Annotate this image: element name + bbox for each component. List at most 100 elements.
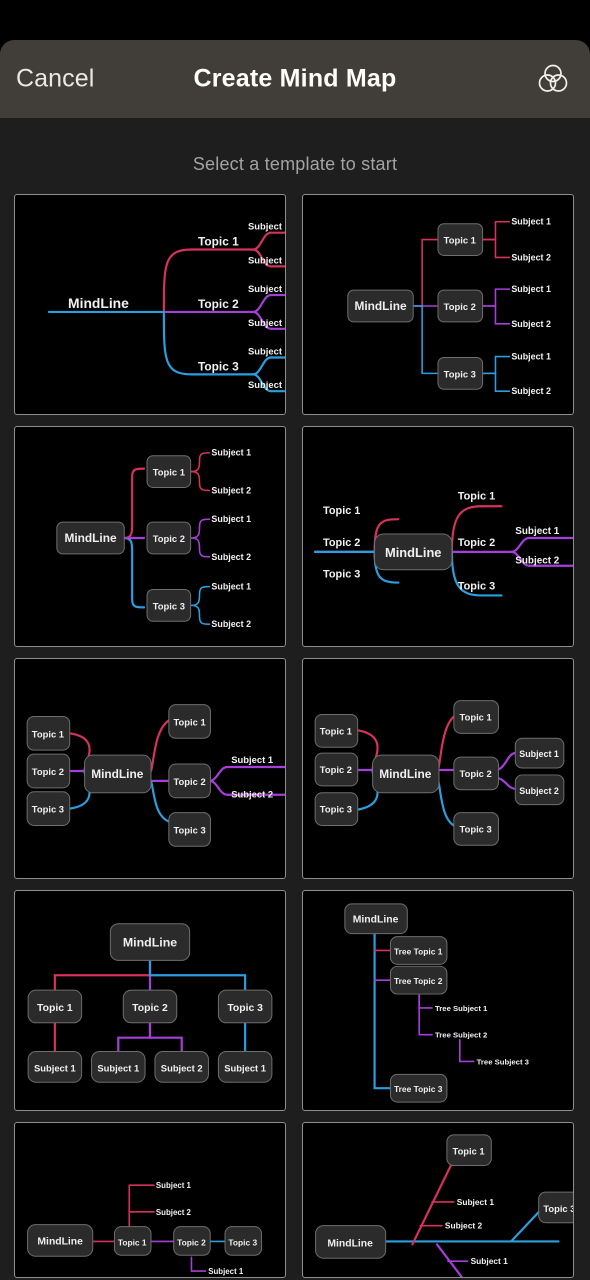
node-label-tree-subject3: Tree Subject 3	[477, 1057, 530, 1066]
node-label-topic1: Topic 1	[320, 725, 352, 736]
template-card-right-logic-text[interactable]: MindLine Topic 1 Topic 2 Topic 3 Subject…	[14, 194, 286, 415]
three-overlapping-circles-icon[interactable]	[532, 58, 574, 100]
node-label-topic2: Topic 2	[458, 537, 495, 549]
node-label-subject1: Subject 1	[515, 526, 559, 537]
node-label-subject2: Subject 2	[511, 252, 551, 262]
node-label-topic2: Topic 2	[153, 533, 185, 544]
node-label-topic2: Topic 2	[460, 768, 492, 779]
node-label-topic2: Topic 2	[177, 1237, 206, 1247]
node-label-topic3: Topic 3	[32, 804, 64, 815]
node-label-root: MindLine	[327, 1238, 373, 1249]
node-label-topic1: Topic 1	[458, 490, 495, 502]
node-label-subject2: Subject 2	[519, 786, 559, 796]
node-label-tree-subject1: Tree Subject 1	[435, 1004, 488, 1013]
node-label-subject1: Subject 1	[97, 1062, 139, 1073]
node-label-subject1: Subject 1	[208, 1267, 244, 1276]
template-card-timeline[interactable]: MindLine Topic 1 Topic 2 Topic 3 Subject…	[14, 1122, 286, 1278]
create-mind-map-sheet: Cancel Create Mind Map Select a template…	[0, 40, 590, 1280]
node-label-subject1: Subject 1	[211, 582, 251, 592]
node-label-subject2: Subject 2	[248, 254, 285, 265]
node-label-root: MindLine	[37, 1236, 83, 1247]
node-label-topic1: Topic 1	[444, 235, 476, 246]
node-label-subject2: Subject 2	[248, 379, 285, 390]
node-label-subject1: Subject 1	[211, 448, 251, 458]
node-label-tree-topic1: Tree Topic 1	[394, 946, 443, 956]
node-label-topic3: Topic 3	[323, 569, 360, 581]
node-label-subject1: Subject 1	[511, 217, 551, 227]
node-label-topic1: Topic 1	[323, 505, 360, 517]
node-label-topic3: Topic 3	[320, 804, 352, 815]
template-card-bilateral-mixed[interactable]: Topic 1 Topic 2 Topic 3 MindLine Topic 1…	[14, 658, 286, 879]
node-label-root: MindLine	[64, 531, 117, 545]
node-label-topic3: Topic 3	[460, 823, 492, 834]
node-label-topic1: Topic 1	[453, 1147, 485, 1157]
node-label-topic3: Topic 3	[153, 600, 185, 611]
node-label-subject1: Subject 1	[471, 1256, 509, 1266]
node-label-subject1: Subject 1	[511, 284, 551, 294]
node-label-topic2: Topic 2	[174, 776, 206, 787]
node-label-subject2: Subject 2	[161, 1062, 203, 1073]
node-label-topic1: Topic 1	[32, 728, 64, 739]
node-label-subject1: Subject 1	[211, 514, 251, 524]
node-label-subject2: Subject 2	[511, 319, 551, 329]
node-label-subject1: Subject 1	[156, 1181, 192, 1190]
template-card-right-brace[interactable]: MindLine Topic 1 Topic 2 Topic 3 Subject…	[14, 426, 286, 647]
node-label-topic2: Topic 2	[198, 297, 239, 311]
node-label-subject2: Subject 2	[511, 386, 551, 396]
screen-root: Cancel Create Mind Map Select a template…	[0, 0, 590, 1280]
node-label-subject1: Subject 1	[519, 749, 559, 759]
node-label-subject1: Subject 1	[511, 351, 551, 361]
node-label-tree-topic2: Tree Topic 2	[394, 976, 443, 986]
template-card-org-chart-down[interactable]: MindLine Topic 1 Topic 2 Topic 3 Subject…	[14, 890, 286, 1111]
node-label-subject2: Subject 2	[211, 552, 251, 562]
node-label-tree-subject2: Tree Subject 2	[435, 1031, 487, 1040]
node-label-subject2: Subject 2	[231, 789, 273, 800]
node-label-subject2: Subject 2	[211, 619, 251, 629]
node-label-topic3: Topic 3	[444, 368, 476, 379]
node-label-topic1: Topic 1	[460, 711, 492, 722]
node-label-topic3: Topic 3	[198, 359, 239, 373]
node-label-subject2: Subject 2	[515, 556, 559, 567]
node-label-topic2: Topic 2	[32, 766, 64, 777]
node-label-topic1: Topic 1	[118, 1237, 147, 1247]
navigation-bar: Cancel Create Mind Map	[0, 40, 590, 118]
node-label-subject2: Subject 2	[248, 317, 285, 328]
subtitle: Select a template to start	[192, 154, 398, 174]
template-card-bilateral-boxed[interactable]: Topic 1 Topic 2 Topic 3 MindLine Topic 1…	[302, 658, 574, 879]
node-label-topic3: Topic 3	[543, 1204, 573, 1214]
node-label-topic2: Topic 2	[444, 301, 476, 312]
node-label-root: MindLine	[385, 545, 442, 560]
template-card-outline-tree[interactable]: MindLine Tree Topic 1 Tree Topic 2 Tree …	[302, 890, 574, 1111]
template-card-fishbone[interactable]: MindLine Topic 1 Topic 3 Subject 1 Subje…	[302, 1122, 574, 1278]
node-label-subject1: Subject 1	[248, 221, 285, 232]
node-label-topic3: Topic 3	[227, 1003, 263, 1014]
node-label-root: MindLine	[91, 767, 144, 781]
node-label-topic3: Topic 3	[228, 1237, 257, 1247]
node-label-tree-topic3: Tree Topic 3	[394, 1084, 443, 1094]
node-label-topic1: Topic 1	[37, 1003, 73, 1014]
page-title: Create Mind Map	[193, 64, 397, 93]
node-label-topic3: Topic 3	[174, 824, 206, 835]
node-label-topic1: Topic 1	[174, 716, 206, 727]
node-label-root: MindLine	[354, 299, 407, 313]
node-label-subject1: Subject 1	[34, 1062, 76, 1073]
node-label-subject1: Subject 1	[248, 346, 285, 357]
node-label-root: MindLine	[68, 295, 129, 311]
node-label-subject2: Subject 2	[445, 1221, 483, 1231]
node-label-topic1: Topic 1	[153, 467, 185, 478]
node-label-topic2: Topic 2	[132, 1003, 168, 1014]
node-label-subject2: Subject 2	[156, 1208, 192, 1217]
node-label-topic2: Topic 2	[320, 764, 352, 775]
node-label-topic1: Topic 1	[198, 235, 239, 249]
node-label-root: MindLine	[353, 915, 399, 926]
node-label-subject2: Subject 2	[211, 485, 251, 495]
node-label-root: MindLine	[379, 767, 432, 781]
template-card-right-org-boxed[interactable]: MindLine Topic 1 Topic 2 Topic 3 Subject…	[302, 194, 574, 415]
template-card-bilateral-text[interactable]: MindLine Topic 1 Topic 2 Topic 3 Topic 1…	[302, 426, 574, 647]
node-label-subject1: Subject 1	[457, 1197, 495, 1207]
node-label-subject1: Subject 1	[248, 283, 285, 294]
node-label-topic3: Topic 3	[458, 581, 495, 593]
template-grid: MindLine Topic 1 Topic 2 Topic 3 Subject…	[0, 194, 590, 1278]
node-label-topic2: Topic 2	[323, 537, 360, 549]
node-label-subject1: Subject 1	[224, 1062, 266, 1073]
